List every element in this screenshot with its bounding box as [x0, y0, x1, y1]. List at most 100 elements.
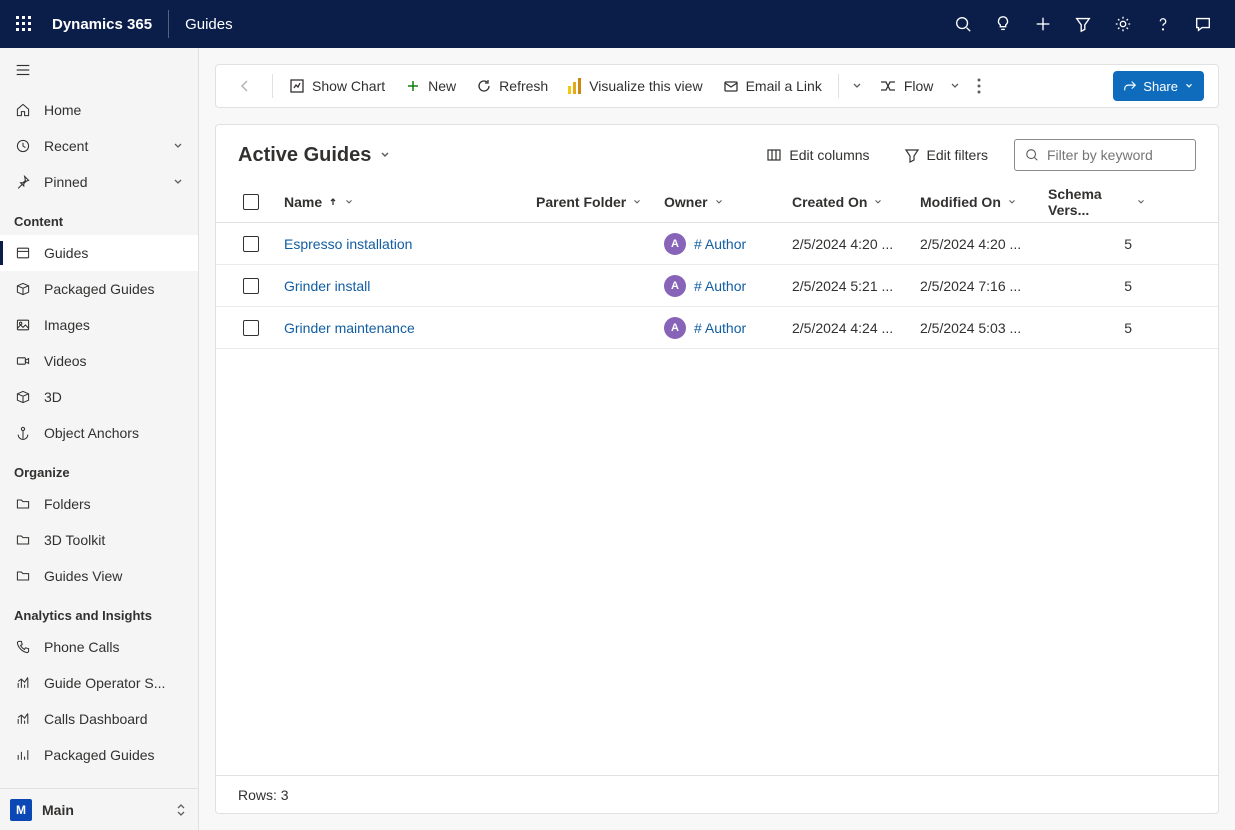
main-content: Show Chart New Refresh Visualize this vi… — [199, 48, 1235, 830]
table-row[interactable]: Espresso installation A # Author 2/5/202… — [216, 223, 1218, 265]
row-owner[interactable]: A # Author — [658, 317, 786, 339]
sidebar-item-folders[interactable]: Folders — [0, 486, 198, 522]
sidebar-item-calls-dashboard[interactable]: Calls Dashboard — [0, 701, 198, 737]
image-icon — [14, 316, 32, 334]
chart-icon — [14, 674, 32, 692]
sidebar-item-guides-view[interactable]: Guides View — [0, 558, 198, 594]
chart-icon — [289, 78, 305, 94]
brand-label: Dynamics 365 — [52, 16, 152, 33]
sidebar-item-3d[interactable]: 3D — [0, 379, 198, 415]
plus-icon[interactable] — [1023, 0, 1063, 48]
sidebar-item-label: Packaged Guides — [44, 747, 155, 763]
sidebar-item-3d-toolkit[interactable]: 3D Toolkit — [0, 522, 198, 558]
row-owner[interactable]: A # Author — [658, 233, 786, 255]
column-parent-folder[interactable]: Parent Folder — [530, 194, 658, 210]
sidebar-item-label: Pinned — [44, 174, 88, 190]
chevron-down-icon — [172, 176, 184, 188]
video-icon — [14, 352, 32, 370]
email-link-button[interactable]: Email a Link — [713, 70, 832, 102]
sidebar-item-guides[interactable]: Guides — [0, 235, 198, 271]
overflow-button[interactable] — [967, 78, 991, 94]
email-dropdown[interactable] — [845, 80, 869, 92]
table-row[interactable]: Grinder maintenance A # Author 2/5/2024 … — [216, 307, 1218, 349]
app-name-label[interactable]: Guides — [185, 16, 233, 33]
back-button[interactable] — [230, 71, 260, 101]
avatar: A — [664, 317, 686, 339]
sidebar-toggle-icon[interactable] — [0, 48, 198, 92]
help-icon[interactable] — [1143, 0, 1183, 48]
row-schema: 5 — [1042, 278, 1152, 294]
column-owner[interactable]: Owner — [658, 194, 786, 210]
column-schema[interactable]: Schema Vers... — [1042, 186, 1152, 218]
row-schema: 5 — [1042, 320, 1152, 336]
chevron-down-icon — [172, 140, 184, 152]
global-header: Dynamics 365 Guides — [0, 0, 1235, 48]
gear-icon[interactable] — [1103, 0, 1143, 48]
sidebar-item-home[interactable]: Home — [0, 92, 198, 128]
sidebar-item-pinned[interactable]: Pinned — [0, 164, 198, 200]
plus-icon — [405, 78, 421, 94]
column-created[interactable]: Created On — [786, 194, 914, 210]
sidebar-item-object-anchors[interactable]: Object Anchors — [0, 415, 198, 451]
search-icon[interactable] — [943, 0, 983, 48]
new-button[interactable]: New — [395, 70, 466, 102]
row-name-link[interactable]: Grinder install — [278, 278, 530, 294]
flow-button[interactable]: Flow — [869, 70, 944, 102]
view-header: Active Guides Edit columns Edit filters — [216, 125, 1218, 181]
sidebar-item-videos[interactable]: Videos — [0, 343, 198, 379]
table-footer: Rows: 3 — [216, 775, 1218, 813]
refresh-button[interactable]: Refresh — [466, 70, 558, 102]
clock-icon — [14, 137, 32, 155]
show-chart-button[interactable]: Show Chart — [279, 70, 395, 102]
sort-icon — [174, 803, 188, 817]
row-checkbox[interactable] — [224, 236, 278, 252]
sidebar-item-packaged-guides[interactable]: Packaged Guides — [0, 271, 198, 307]
row-name-link[interactable]: Espresso installation — [278, 236, 530, 252]
sidebar-item-recent[interactable]: Recent — [0, 128, 198, 164]
filter-keyword-input[interactable] — [1014, 139, 1196, 171]
share-button[interactable]: Share — [1113, 71, 1204, 101]
row-modified: 2/5/2024 7:16 ... — [914, 278, 1042, 294]
row-name-link[interactable]: Grinder maintenance — [278, 320, 530, 336]
sidebar-item-label: Guides — [44, 245, 88, 261]
sidebar-footer[interactable]: M Main — [0, 788, 198, 830]
window-icon — [14, 244, 32, 262]
column-name[interactable]: Name — [278, 194, 530, 210]
sidebar-item-phone-calls[interactable]: Phone Calls — [0, 629, 198, 665]
chart-icon — [14, 710, 32, 728]
sidebar-item-guide-operator[interactable]: Guide Operator S... — [0, 665, 198, 701]
sidebar-item-images[interactable]: Images — [0, 307, 198, 343]
avatar: A — [664, 233, 686, 255]
data-table: Name Parent Folder Owner Created On Modi… — [216, 181, 1218, 775]
flow-dropdown[interactable] — [943, 80, 967, 92]
area-label: Main — [42, 802, 74, 818]
app-launcher-icon[interactable] — [12, 12, 36, 36]
lightbulb-icon[interactable] — [983, 0, 1023, 48]
folder-icon — [14, 495, 32, 513]
row-owner[interactable]: A # Author — [658, 275, 786, 297]
column-modified[interactable]: Modified On — [914, 194, 1042, 210]
visualize-button[interactable]: Visualize this view — [558, 70, 712, 102]
row-schema: 5 — [1042, 236, 1152, 252]
view-title[interactable]: Active Guides — [238, 144, 391, 167]
row-checkbox[interactable] — [224, 320, 278, 336]
powerbi-icon — [568, 78, 582, 94]
row-modified: 2/5/2024 5:03 ... — [914, 320, 1042, 336]
sidebar-item-packaged-guides-2[interactable]: Packaged Guides — [0, 737, 198, 773]
filter-icon[interactable] — [1063, 0, 1103, 48]
sidebar-item-label: Guides View — [44, 568, 122, 584]
phone-icon — [14, 638, 32, 656]
edit-columns-button[interactable]: Edit columns — [758, 141, 877, 169]
chevron-down-icon — [1184, 81, 1194, 91]
sidebar-item-label: Recent — [44, 138, 88, 154]
table-row[interactable]: Grinder install A # Author 2/5/2024 5:21… — [216, 265, 1218, 307]
chat-icon[interactable] — [1183, 0, 1223, 48]
column-select-all[interactable] — [224, 194, 278, 210]
row-checkbox[interactable] — [224, 278, 278, 294]
row-created: 2/5/2024 4:20 ... — [786, 236, 914, 252]
flow-icon — [879, 78, 897, 94]
sidebar-item-label: 3D — [44, 389, 62, 405]
home-icon — [14, 101, 32, 119]
edit-filters-button[interactable]: Edit filters — [896, 141, 996, 169]
sidebar-item-label: Phone Calls — [44, 639, 120, 655]
